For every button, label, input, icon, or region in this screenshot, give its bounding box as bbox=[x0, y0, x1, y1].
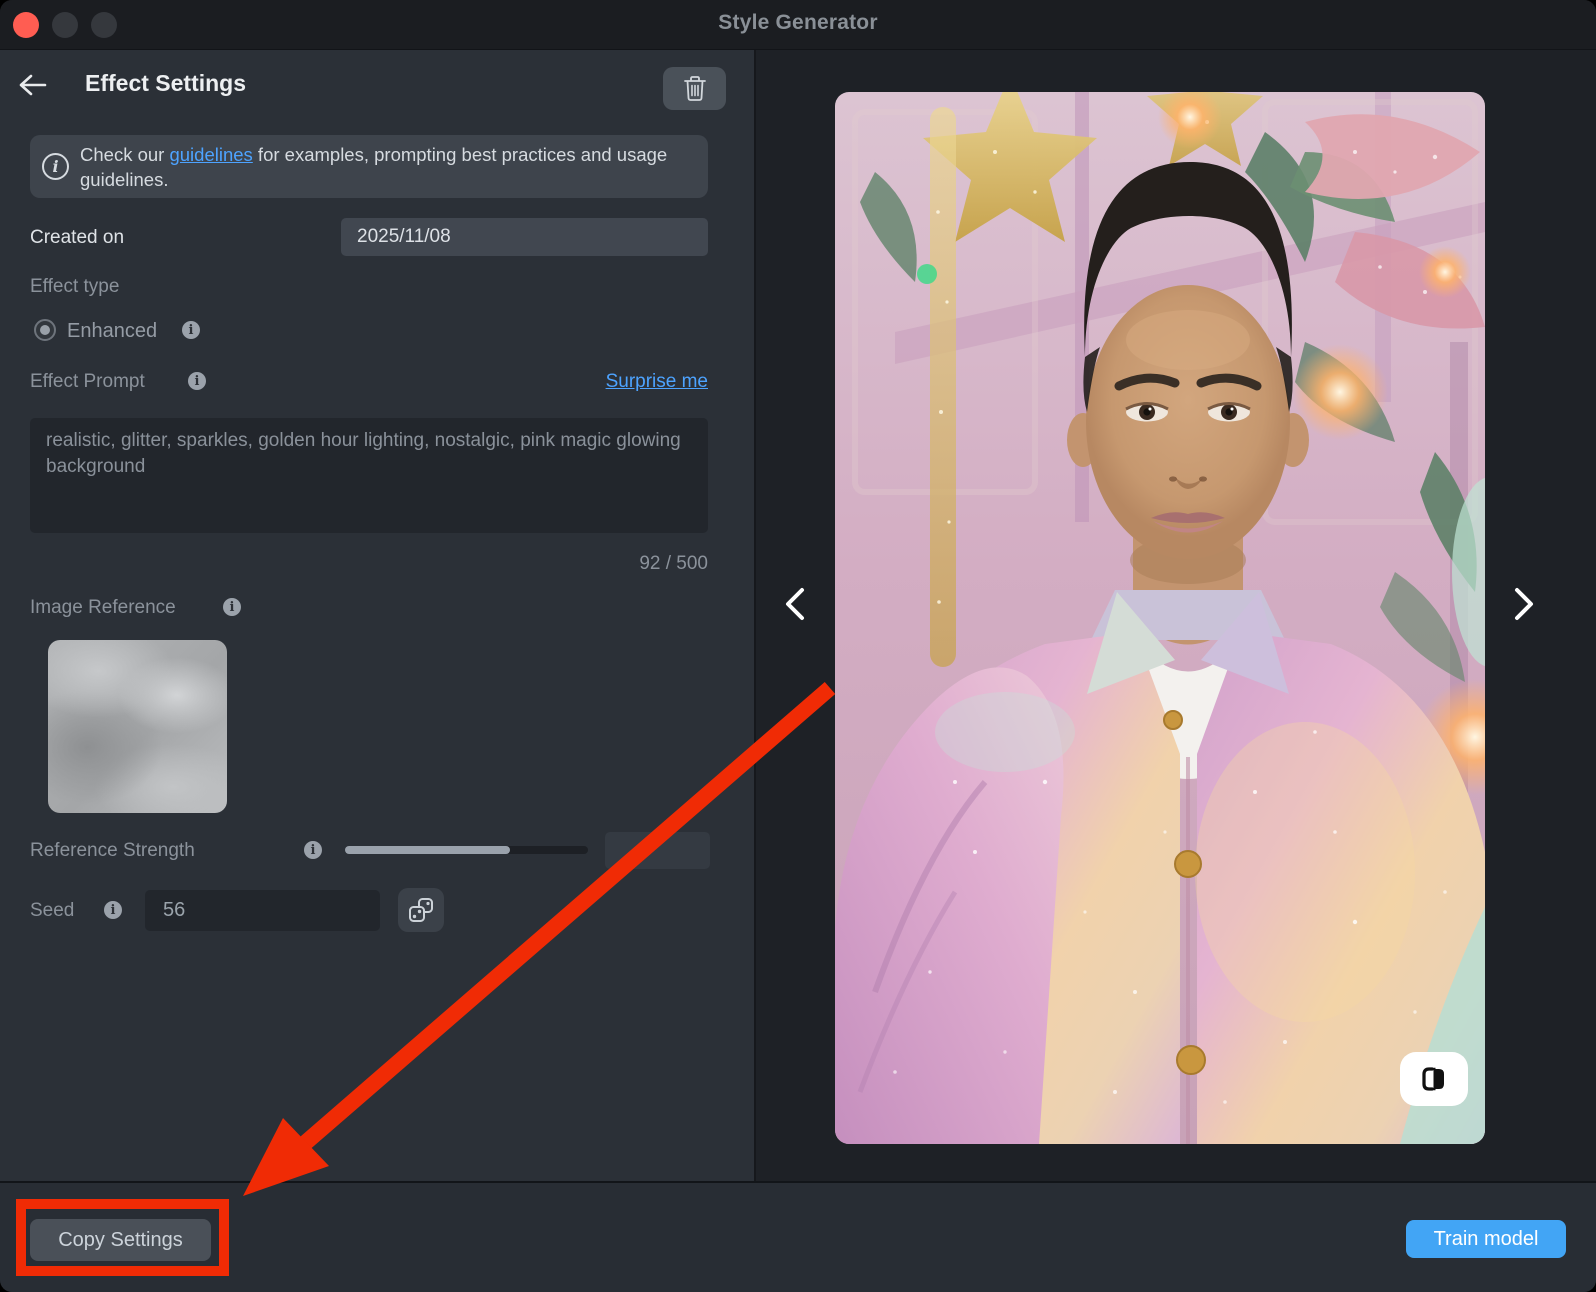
chevron-right-icon bbox=[1511, 586, 1537, 622]
effect-prompt-info-icon[interactable]: i bbox=[188, 372, 206, 390]
compare-icon bbox=[1419, 1064, 1449, 1094]
effect-type-info-icon[interactable]: i bbox=[182, 321, 200, 339]
titlebar: Style Generator bbox=[0, 0, 1596, 50]
previous-image-button[interactable] bbox=[778, 584, 812, 624]
copy-settings-button[interactable]: Copy Settings bbox=[30, 1219, 211, 1261]
dice-icon bbox=[407, 896, 435, 924]
back-button[interactable] bbox=[14, 68, 50, 102]
seed-label: Seed bbox=[30, 900, 74, 922]
seed-input[interactable] bbox=[145, 890, 380, 931]
seed-info-icon[interactable]: i bbox=[104, 901, 122, 919]
created-on-input[interactable] bbox=[341, 218, 708, 256]
image-reference-thumbnail[interactable] bbox=[48, 640, 227, 813]
panel-title: Effect Settings bbox=[85, 70, 246, 97]
chevron-left-icon bbox=[782, 586, 808, 622]
created-on-label: Created on bbox=[30, 227, 124, 249]
train-model-button[interactable]: Train model bbox=[1406, 1220, 1566, 1258]
reference-strength-info-icon[interactable]: i bbox=[304, 841, 322, 859]
reference-strength-label: Reference Strength bbox=[30, 840, 195, 862]
effect-type-label: Effect type bbox=[30, 276, 119, 298]
footer-bar: Copy Settings Train model bbox=[0, 1181, 1596, 1292]
generated-photo-illustration bbox=[835, 92, 1485, 1144]
guidelines-link[interactable]: guidelines bbox=[169, 144, 252, 165]
image-reference-info-icon[interactable]: i bbox=[223, 598, 241, 616]
app-window: Style Generator Effect Settings i Check … bbox=[0, 0, 1596, 1292]
effect-prompt-textarea[interactable]: realistic, glitter, sparkles, golden hou… bbox=[30, 418, 708, 533]
delete-button[interactable] bbox=[663, 67, 726, 110]
info-circle-icon: i bbox=[42, 153, 69, 180]
window-title: Style Generator bbox=[0, 11, 1596, 35]
randomize-seed-button[interactable] bbox=[398, 888, 444, 932]
enhanced-radio[interactable] bbox=[34, 319, 56, 341]
image-reference-label: Image Reference bbox=[30, 597, 176, 619]
enhanced-radio-label: Enhanced bbox=[67, 320, 157, 343]
effect-prompt-label: Effect Prompt bbox=[30, 371, 145, 393]
reference-strength-value[interactable] bbox=[605, 832, 710, 869]
generated-photo bbox=[835, 92, 1485, 1144]
next-image-button[interactable] bbox=[1507, 584, 1541, 624]
compare-button[interactable] bbox=[1400, 1052, 1468, 1106]
slider-fill bbox=[345, 846, 510, 854]
arrow-left-icon bbox=[17, 72, 47, 98]
effect-settings-panel: Effect Settings i Check our guidelines f… bbox=[0, 50, 754, 1181]
char-counter: 92 / 500 bbox=[639, 553, 708, 575]
radio-dot bbox=[40, 325, 50, 335]
surprise-me-link[interactable]: Surprise me bbox=[606, 371, 708, 393]
guidelines-text: Check our guidelines for examples, promp… bbox=[80, 142, 694, 192]
guidelines-banner: i Check our guidelines for examples, pro… bbox=[30, 135, 708, 198]
trash-icon bbox=[683, 75, 707, 102]
preview-panel bbox=[754, 50, 1596, 1181]
reference-strength-slider[interactable] bbox=[345, 846, 588, 854]
guidelines-text-before: Check our bbox=[80, 144, 169, 165]
